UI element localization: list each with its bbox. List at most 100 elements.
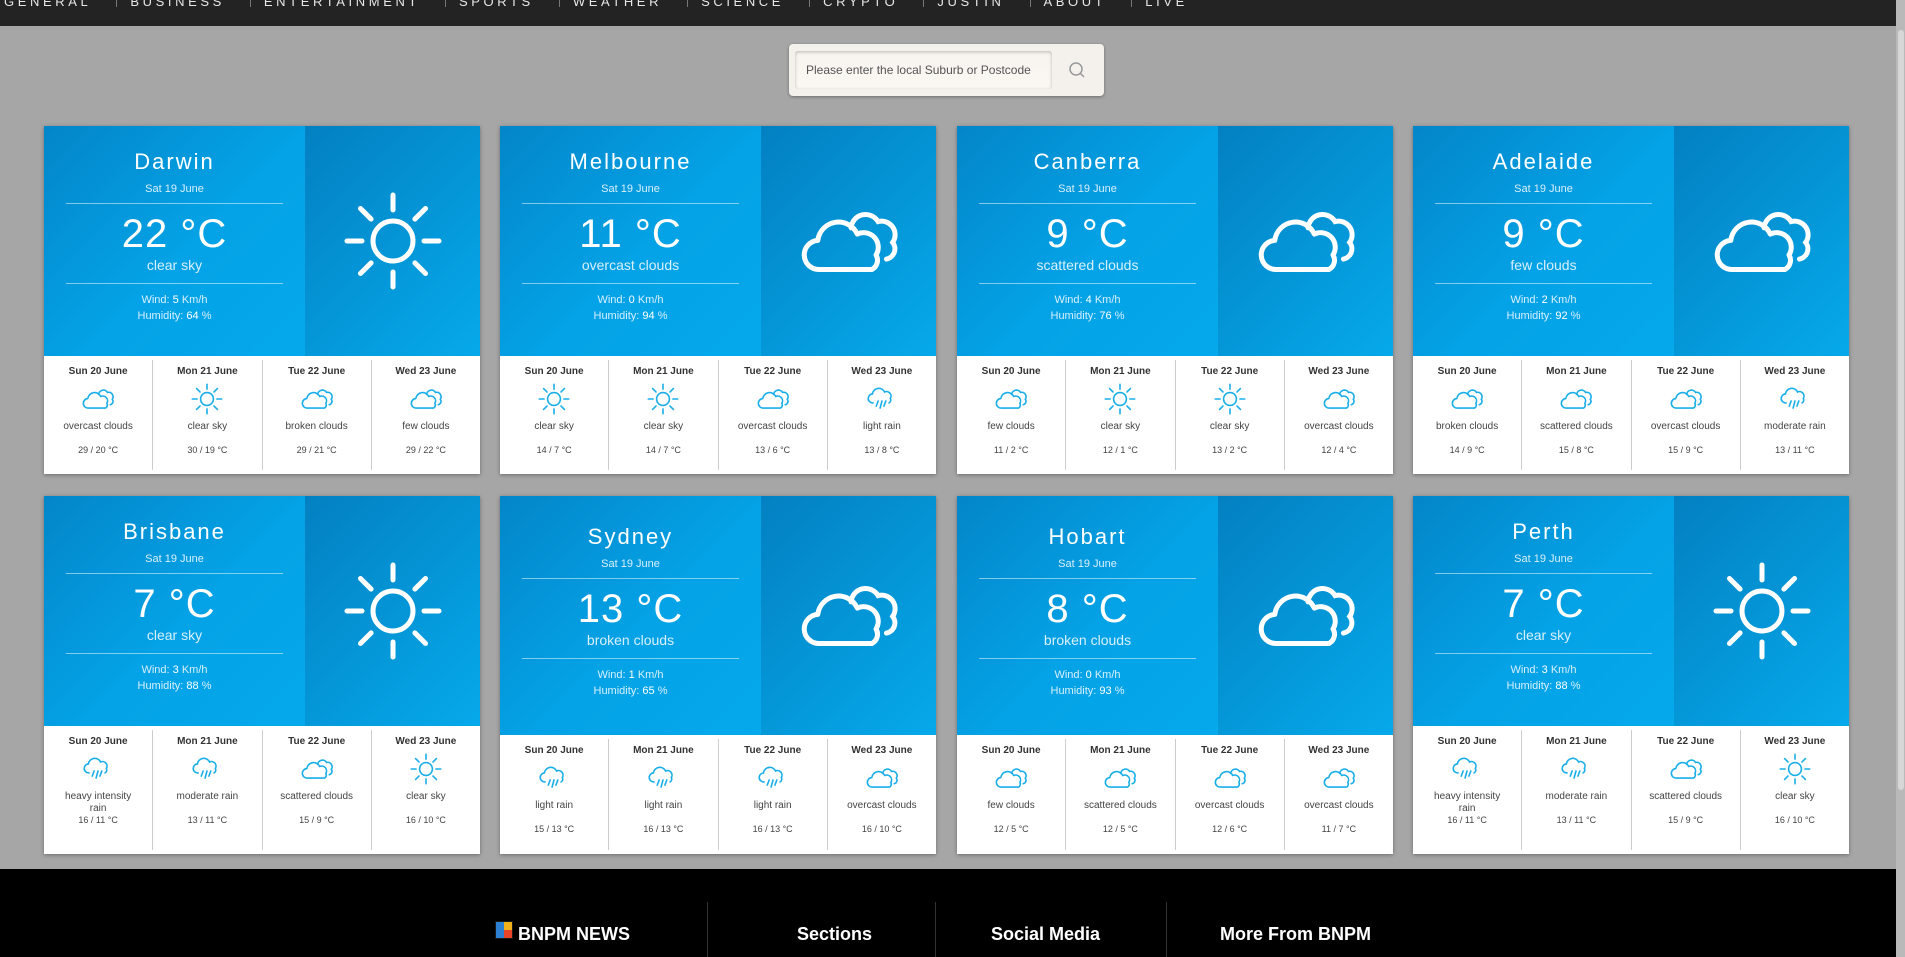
forecast-strip: Sun 20 June broken clouds 14 / 9 °C Mon … [1413, 356, 1849, 474]
forecast-temp-range: 13 / 11 °C [187, 815, 228, 825]
nav-separator [558, 0, 560, 7]
forecast-day-label: Sun 20 June [524, 366, 584, 377]
forecast-day: Sun 20 June light rain 15 / 13 °C [500, 739, 610, 850]
divider [66, 573, 283, 574]
city-name: Melbourne [569, 149, 692, 174]
humidity-readout: Humidity: 88 % [1506, 680, 1581, 692]
current-date: Sat 19 June [601, 183, 660, 195]
forecast-day: Mon 21 June moderate rain 13 / 11 °C [1522, 730, 1632, 850]
wind-readout: Wind: 3 Km/h [141, 664, 208, 676]
clouds-icon [1413, 377, 1521, 421]
nav-separator [249, 0, 251, 7]
nav-item-crypto[interactable]: CRYPTO [823, 0, 910, 9]
divider [66, 283, 283, 284]
nav-item-entertainment[interactable]: ENTERTAINMENT [264, 0, 432, 9]
footer-social-media[interactable]: Social Media [991, 924, 1100, 945]
sun-icon [372, 747, 480, 791]
card-current-panel: Brisbane Sat 19 June 7 °C clear sky Wind… [44, 496, 480, 726]
clouds-icon [1522, 377, 1630, 421]
clouds-icon [1285, 377, 1393, 421]
forecast-temp-range: 13 / 11 °C [1775, 445, 1815, 455]
divider [979, 658, 1196, 659]
forecast-temp-range: 15 / 9 °C [1668, 815, 1704, 825]
city-name: Adelaide [1492, 149, 1595, 174]
forecast-day: Tue 22 June scattered clouds 15 / 9 °C [1632, 730, 1741, 850]
forecast-day: Sun 20 June broken clouds 14 / 9 °C [1413, 360, 1523, 470]
footer-divider [1166, 902, 1167, 957]
divider [979, 203, 1196, 204]
current-icon-panel [761, 126, 936, 356]
current-temperature: 11 °C [579, 212, 682, 256]
forecast-description: overcast clouds [737, 421, 808, 432]
forecast-day-label: Tue 22 June [744, 745, 802, 756]
current-date: Sat 19 June [601, 558, 660, 570]
nav-item-weather[interactable]: WEATHER [573, 0, 674, 9]
nav-separator [1131, 0, 1133, 7]
forecast-description: light rain [862, 421, 901, 432]
footer-sections[interactable]: Sections [797, 924, 872, 945]
forecast-day: Wed 23 June moderate rain 13 / 11 °C [1741, 360, 1849, 470]
current-temperature: 9 °C [1502, 212, 1585, 256]
forecast-description: overcast clouds [1650, 421, 1721, 432]
current-description: clear sky [146, 257, 203, 273]
nav-item-science[interactable]: SCIENCE [701, 0, 796, 9]
scrollbar-thumb[interactable] [1898, 30, 1904, 790]
weather-card-brisbane: Brisbane Sat 19 June 7 °C clear sky Wind… [44, 496, 480, 854]
scrollbar-track[interactable] [1896, 0, 1905, 957]
current-description: broken clouds [586, 632, 675, 648]
current-icon-panel [1218, 126, 1393, 356]
forecast-strip: Sun 20 June heavy intensity rain 16 / 11… [44, 726, 480, 854]
forecast-day: Sun 20 June heavy intensity rain 16 / 11… [44, 730, 154, 850]
footer-divider [707, 902, 708, 957]
city-name: Darwin [134, 149, 215, 174]
sun-icon [343, 191, 443, 291]
clouds-icon [1632, 377, 1740, 421]
search-input[interactable] [795, 51, 1052, 89]
nav-separator [687, 0, 689, 7]
forecast-day-label: Mon 21 June [177, 366, 238, 377]
forecast-day-label: Wed 23 June [395, 736, 457, 747]
forecast-day: Wed 23 June few clouds 29 / 22 °C [372, 360, 480, 470]
forecast-description: scattered clouds [1539, 421, 1613, 432]
current-date: Sat 19 June [145, 183, 204, 195]
forecast-description: broken clouds [285, 421, 348, 432]
current-date: Sat 19 June [1058, 558, 1117, 570]
nav-item-general[interactable]: GENERAL [4, 0, 103, 9]
forecast-description: few clouds [402, 421, 450, 432]
nav-item-about[interactable]: ABOUT [1044, 0, 1119, 9]
nav-item-sports[interactable]: SPORTS [459, 0, 546, 9]
forecast-strip: Sun 20 June overcast clouds 29 / 20 °C M… [44, 356, 480, 474]
rain-icon [44, 747, 152, 791]
forecast-day-label: Sun 20 June [981, 366, 1041, 377]
card-current-panel: Darwin Sat 19 June 22 °C clear sky Wind:… [44, 126, 480, 356]
humidity-readout: Humidity: 65 % [593, 685, 668, 697]
forecast-description: scattered clouds [1083, 800, 1157, 811]
weather-card-canberra: Canberra Sat 19 June 9 °C scattered clou… [957, 126, 1393, 474]
current-temperature: 13 °C [577, 587, 684, 631]
current-date: Sat 19 June [1058, 183, 1117, 195]
forecast-day: Mon 21 June clear sky 12 / 1 °C [1066, 360, 1176, 470]
humidity-readout: Humidity: 64 % [137, 310, 212, 322]
divider [1435, 653, 1652, 654]
wind-readout: Wind: 0 Km/h [1054, 669, 1121, 681]
forecast-description: scattered clouds [280, 791, 354, 802]
footer-more-from-bnpm[interactable]: More From BNPM [1220, 924, 1371, 945]
clouds-icon [828, 756, 936, 800]
forecast-description: moderate rain [1545, 791, 1608, 802]
forecast-strip: Sun 20 June clear sky 14 / 7 °C Mon 21 J… [500, 356, 936, 474]
forecast-temp-range: 15 / 9 °C [299, 815, 335, 825]
forecast-description: scattered clouds [1649, 791, 1723, 802]
search-icon [1069, 62, 1085, 78]
forecast-day-label: Mon 21 June [1546, 366, 1607, 377]
nav-item-live[interactable]: LIVE [1145, 0, 1200, 9]
wind-readout: Wind: 0 Km/h [597, 294, 664, 306]
search-button[interactable] [1055, 51, 1099, 89]
forecast-temp-range: 15 / 8 °C [1558, 445, 1594, 455]
footer-brand[interactable]: BNPM NEWS [518, 924, 630, 945]
nav-item-justin[interactable]: JUSTIN [937, 0, 1016, 9]
forecast-description: overcast clouds [1194, 800, 1265, 811]
nav-item-business[interactable]: BUSINESS [130, 0, 237, 9]
card-current-panel: Hobart Sat 19 June 8 °C broken clouds Wi… [957, 496, 1393, 735]
forecast-day: Tue 22 June overcast clouds 15 / 9 °C [1632, 360, 1741, 470]
clouds-icon [1254, 205, 1358, 278]
